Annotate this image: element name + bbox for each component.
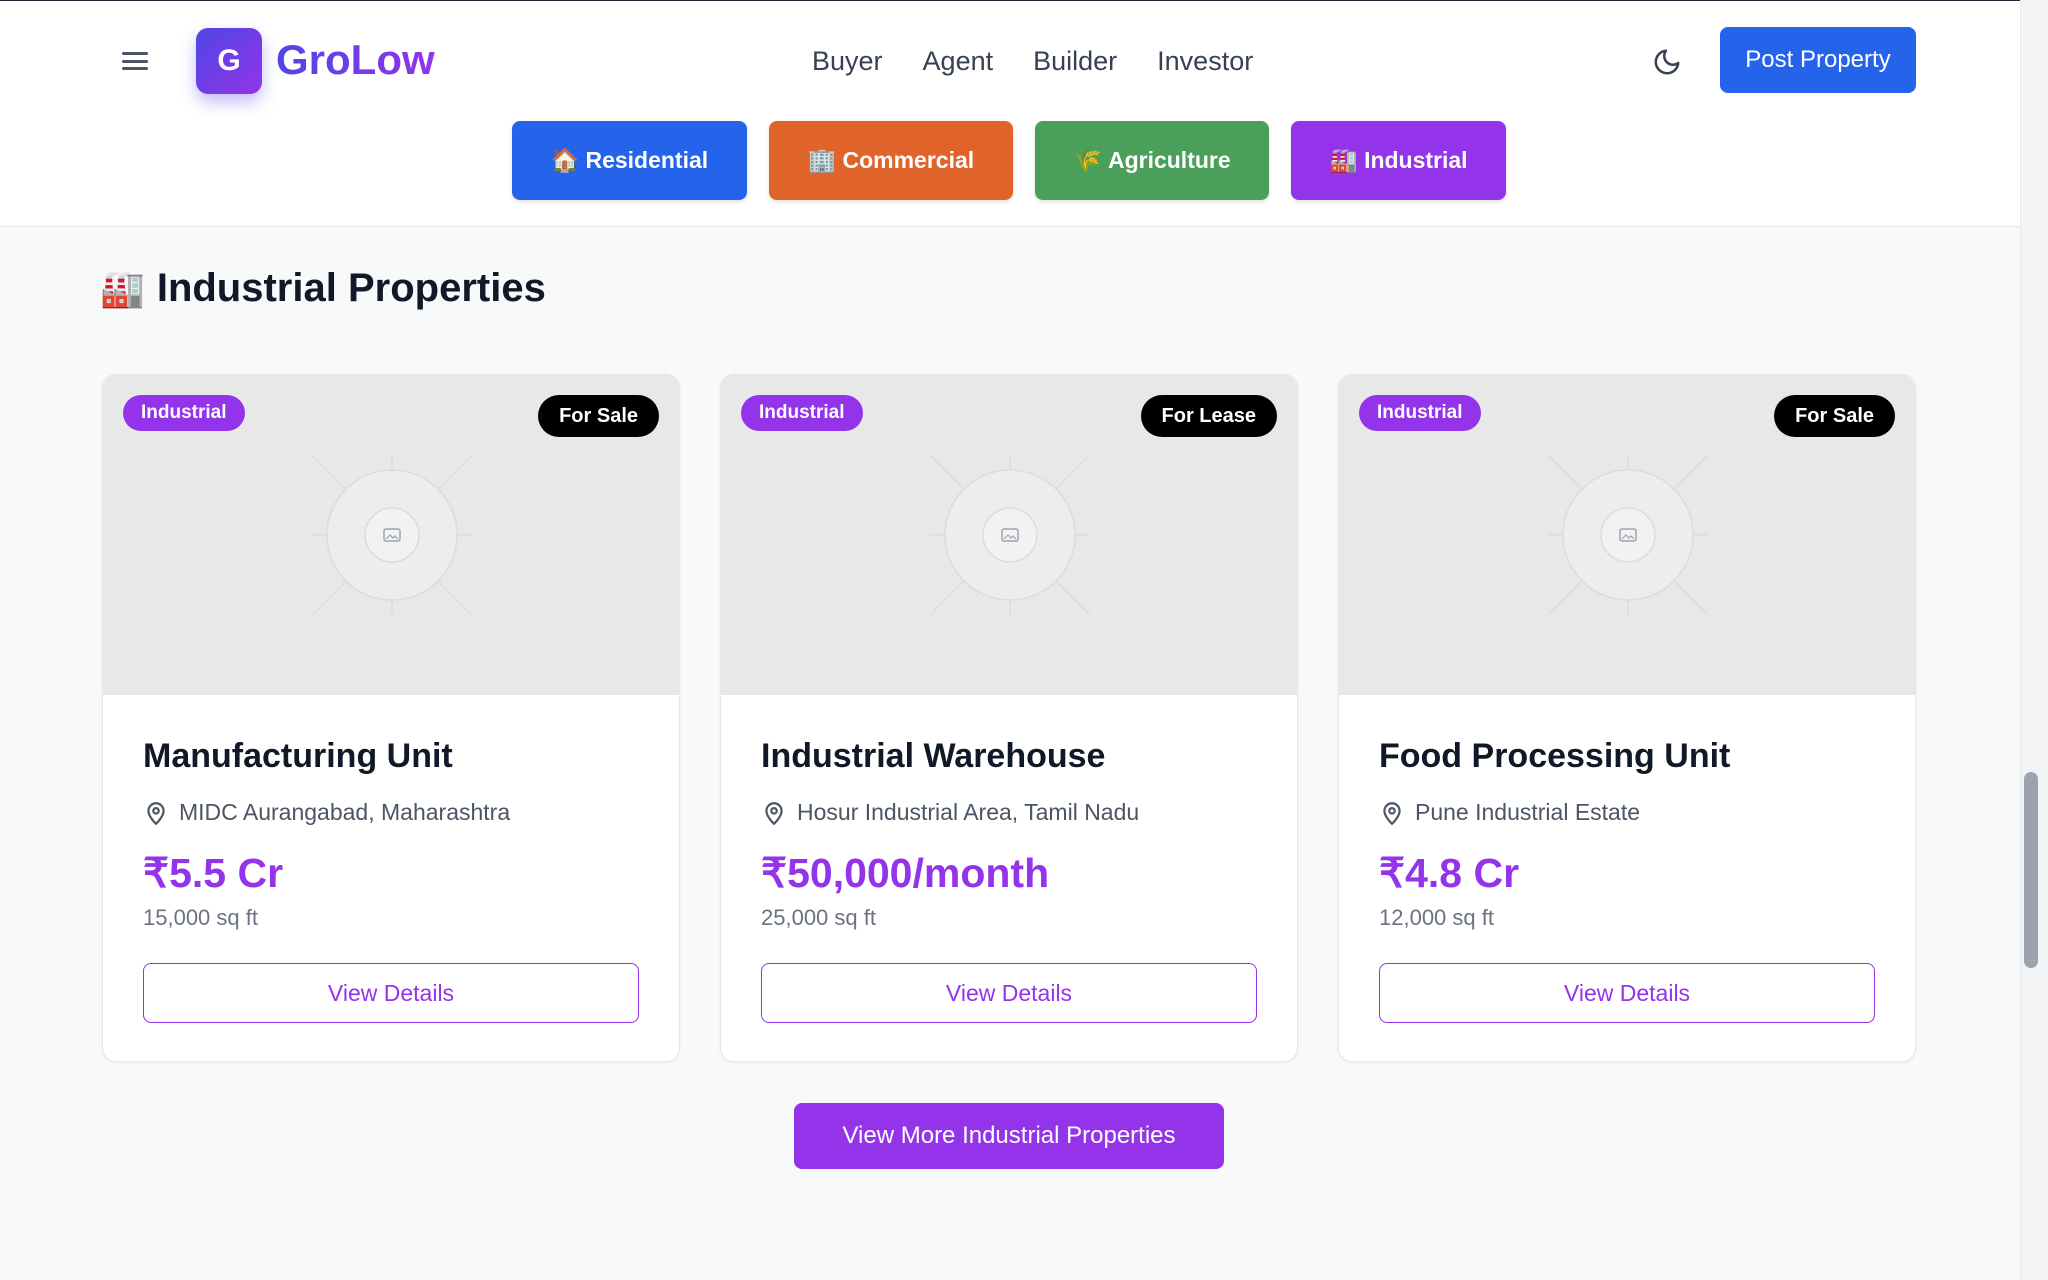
property-price: ₹4.8 Cr [1379,850,1520,896]
site-header: G GroLow Buyer Agent Builder Investor Po… [0,1,2020,227]
office-building-icon: 🏢 [807,147,837,173]
view-details-button[interactable]: View Details [143,963,639,1023]
property-title[interactable]: Manufacturing Unit [143,737,453,776]
post-property-button[interactable]: Post Property [1720,27,1916,93]
property-type-badge: Industrial [1359,395,1481,431]
hamburger-menu-icon[interactable] [122,49,148,73]
property-image-placeholder[interactable]: Industrial For Sale [103,375,679,695]
property-location: MIDC Aurangabad, Maharashtra [143,799,510,826]
status-badge: For Sale [1774,395,1895,437]
view-details-button[interactable]: View Details [1379,963,1875,1023]
brand-name[interactable]: GroLow [276,33,435,87]
factory-icon: 🏭 [1329,147,1359,173]
map-pin-icon [1383,801,1401,825]
nav-link-investor[interactable]: Investor [1157,39,1253,83]
property-image-placeholder[interactable]: Industrial For Sale [1339,375,1915,695]
property-card: Industrial For Sale Food Processing Unit… [1338,374,1916,1062]
property-type-badge: Industrial [123,395,245,431]
nav-link-buyer[interactable]: Buyer [812,39,883,83]
location-text: Pune Industrial Estate [1415,799,1641,825]
section-heading: 🏭 Industrial Properties [100,266,546,311]
location-text: Hosur Industrial Area, Tamil Nadu [797,799,1140,825]
category-agriculture-button[interactable]: 🌾 Agriculture [1035,121,1269,200]
house-icon: 🏠 [550,147,580,173]
nav-link-builder[interactable]: Builder [1033,39,1117,83]
property-area: 12,000 sq ft [1379,905,1494,930]
nav-link-agent[interactable]: Agent [923,39,994,83]
property-card: Industrial For Sale Manufacturing Unit M… [102,374,680,1062]
category-label: Residential [585,147,709,173]
property-card: Industrial For Lease Industrial Warehous… [720,374,1298,1062]
map-pin-icon [765,801,783,825]
factory-icon: 🏭 [100,267,145,309]
logo-mark[interactable]: G [196,28,262,94]
property-image-placeholder[interactable]: Industrial For Lease [721,375,1297,695]
view-more-industrial-button[interactable]: View More Industrial Properties [794,1103,1224,1169]
wheat-icon: 🌾 [1073,147,1102,173]
status-badge: For Lease [1140,395,1277,437]
category-industrial-button[interactable]: 🏭 Industrial [1291,121,1506,200]
category-commercial-button[interactable]: 🏢 Commercial [769,121,1013,200]
category-residential-button[interactable]: 🏠 Residential [512,121,747,200]
category-label: Industrial [1364,147,1468,173]
moon-icon[interactable] [1652,47,1682,77]
section-title-text: Industrial Properties [156,266,546,310]
property-title[interactable]: Industrial Warehouse [761,737,1105,776]
category-filter-bar: 🏠 Residential 🏢 Commercial 🌾 Agriculture… [0,121,2020,201]
map-pin-icon [147,801,165,825]
scrollbar-thumb[interactable] [2024,772,2038,968]
status-badge: For Sale [538,395,659,437]
property-area: 25,000 sq ft [761,905,876,930]
property-price: ₹5.5 Cr [143,850,284,896]
category-label: Commercial [842,147,975,173]
main-nav: Buyer Agent Builder Investor [812,39,1253,83]
property-price: ₹50,000/month [761,850,1050,896]
category-label: Agriculture [1107,147,1231,173]
view-details-button[interactable]: View Details [761,963,1257,1023]
scrollbar-track[interactable] [2020,0,2048,1280]
location-text: MIDC Aurangabad, Maharashtra [179,799,511,825]
property-title[interactable]: Food Processing Unit [1379,737,1730,776]
property-type-badge: Industrial [741,395,863,431]
property-location: Hosur Industrial Area, Tamil Nadu [761,799,1139,826]
property-area: 15,000 sq ft [143,905,258,930]
property-location: Pune Industrial Estate [1379,799,1640,826]
